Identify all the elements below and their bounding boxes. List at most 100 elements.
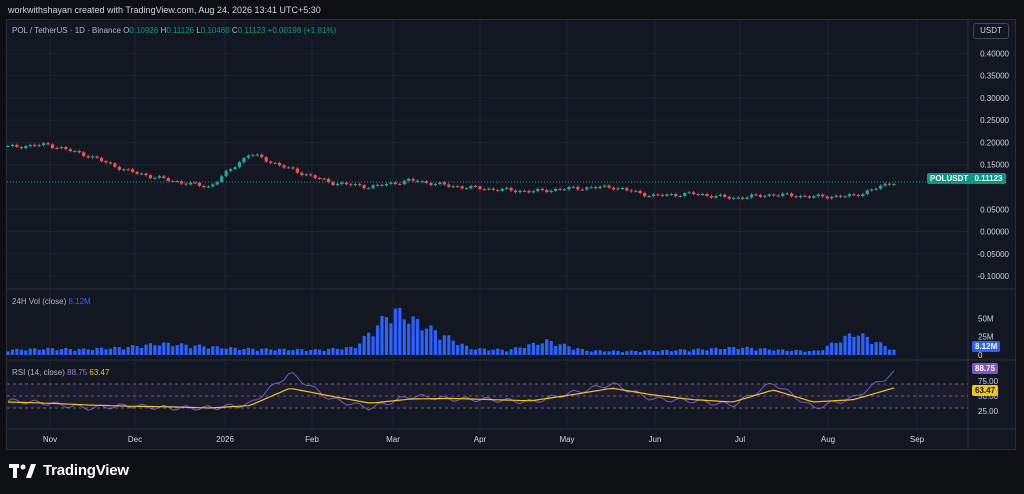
volume-bar [643, 350, 647, 355]
volume-bar [375, 325, 380, 355]
volume-bar [340, 349, 344, 355]
candle-body [197, 182, 202, 186]
candle-body [273, 162, 277, 164]
candle-body [255, 154, 259, 156]
volume-bar [554, 345, 558, 355]
tradingview-logo[interactable]: TradingView [9, 462, 129, 479]
volume-bar [73, 350, 77, 355]
candle-body [709, 195, 714, 198]
candle-body [447, 184, 451, 187]
candle-body [184, 183, 188, 185]
candle-body [188, 182, 193, 185]
volume-bar [692, 349, 696, 355]
candle-body [59, 147, 64, 149]
candle-body [687, 192, 691, 194]
candle-body [384, 183, 389, 186]
volume-bar [269, 349, 273, 355]
candle-body [767, 194, 771, 196]
candle-body [554, 188, 558, 191]
candle-body [460, 186, 464, 189]
chart-canvas[interactable]: 0.40000 0.35000 0.30000 0.25000 0.20000 0.150… [0, 0, 1024, 494]
volume-bar [211, 346, 215, 355]
last-price-symbol: POLUSDT [930, 174, 969, 183]
volume-bar [847, 333, 852, 355]
volume-bar [874, 341, 878, 355]
volume-bar [745, 346, 749, 355]
candle-body [166, 178, 170, 181]
symbol-title[interactable]: POL / TetherUS · 1D · Binance [12, 26, 121, 35]
currency-selector[interactable]: USDT [973, 23, 1009, 39]
candle-body [260, 154, 264, 158]
candle-body [264, 157, 268, 162]
volume-bar [95, 348, 99, 355]
volume-bar [589, 351, 593, 355]
candle-body [816, 194, 820, 197]
candle-body [251, 155, 255, 157]
volume-bar [473, 349, 478, 355]
volume-bar [33, 348, 37, 355]
candle-body [148, 175, 153, 179]
candle-body [420, 181, 424, 183]
volume-bar [767, 349, 771, 355]
volume-bar [139, 347, 144, 355]
volume-bar [331, 347, 335, 355]
volume-bar [705, 350, 709, 355]
candle-body [233, 167, 237, 170]
candle-body [237, 162, 242, 168]
rsi-label[interactable]: RSI (14, close) [12, 368, 65, 377]
volume-bar [295, 348, 299, 355]
candle-body [77, 151, 81, 153]
candle-body [19, 146, 23, 149]
time-tick-label: Aug [821, 435, 835, 444]
volume-bar [509, 349, 513, 355]
rsi-ma-value: 63.47 [89, 368, 110, 377]
candle-body [745, 197, 749, 199]
candle-body [42, 143, 46, 146]
candle-body [598, 186, 602, 189]
candle-body [634, 190, 638, 192]
candle-body [807, 196, 812, 198]
volume-bar [246, 347, 251, 355]
candle-body [603, 185, 607, 187]
candle-body [322, 178, 326, 180]
candle-body [874, 188, 878, 190]
volume-bar [313, 349, 317, 355]
low-value: 0.10460 [200, 26, 230, 35]
candle-body [491, 188, 495, 190]
volume-bar [309, 349, 313, 355]
candle-body [442, 182, 446, 185]
volume-bar [732, 347, 736, 355]
candle-body [295, 168, 299, 173]
last-price-value: 0.11123 [974, 174, 1003, 183]
candle-body [585, 187, 589, 190]
candle-body [643, 193, 647, 197]
volume-bar [536, 344, 540, 355]
candle-body [705, 193, 709, 196]
volume-bar [264, 348, 268, 355]
volume-label[interactable]: 24H Vol (close) [12, 297, 66, 306]
candle-body [304, 174, 308, 176]
volume-bar [678, 349, 682, 355]
volume-bar [46, 347, 50, 355]
volume-bar [562, 343, 567, 355]
candle-body [576, 186, 580, 190]
volume-legend: 24H Vol (close) 8.12M [12, 297, 91, 306]
candle-body [821, 194, 825, 197]
candle-body [594, 187, 598, 189]
volume-bar [447, 335, 451, 355]
volume-bar [669, 351, 673, 355]
volume-tick-label: 50M [978, 314, 994, 323]
volume-bar [90, 349, 95, 355]
volume-bar [803, 351, 807, 355]
volume-bar [879, 342, 883, 355]
volume-bar [358, 343, 362, 355]
candle-body [616, 188, 620, 190]
last-price-tag[interactable]: POLUSDT 0.11123 [927, 173, 1006, 184]
volume-bar [772, 350, 776, 355]
candle-body [393, 182, 397, 185]
rsi-legend: RSI (14, close) 88.75 63.47 [12, 368, 109, 377]
volume-bar [326, 348, 331, 355]
candle-body [478, 186, 482, 190]
volume-bar [282, 348, 286, 355]
candle-body [318, 178, 322, 180]
